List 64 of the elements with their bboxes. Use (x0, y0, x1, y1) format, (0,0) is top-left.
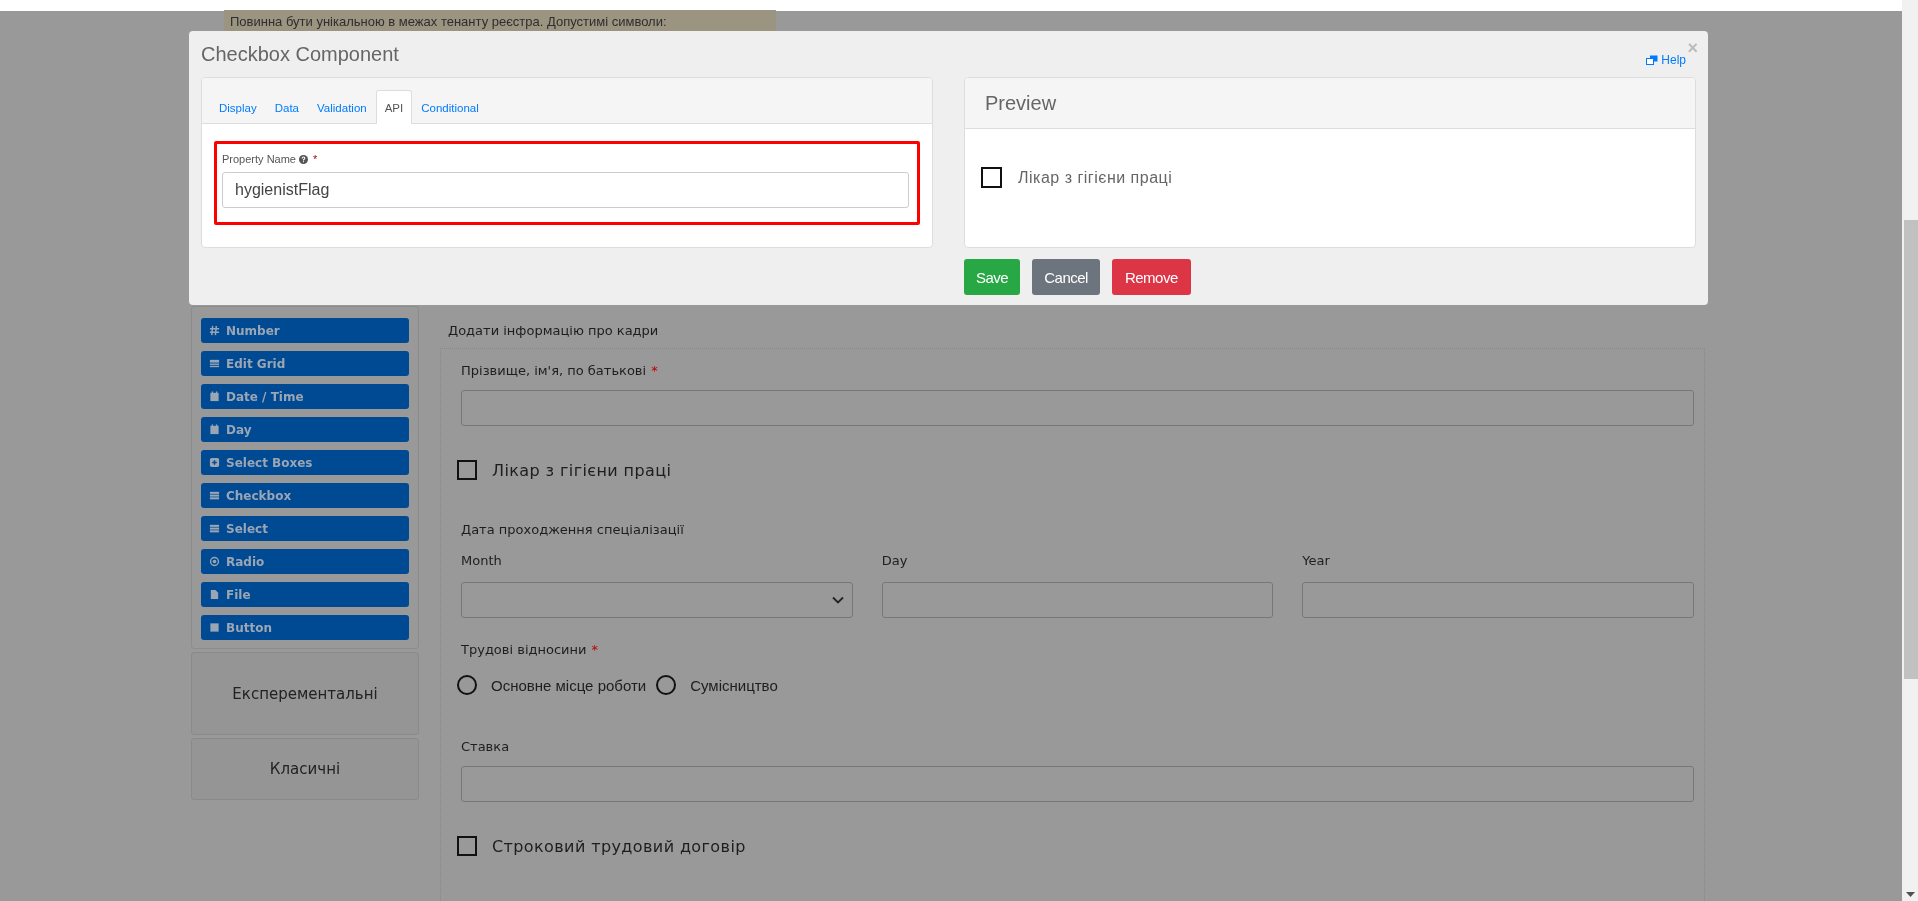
checkbox[interactable] (457, 460, 477, 480)
field-label: Прізвище, ім'я, по батькові * (461, 363, 658, 378)
help-link[interactable]: Help (1646, 53, 1686, 67)
save-button[interactable]: Save (964, 259, 1021, 295)
component-button[interactable]: Checkbox (201, 483, 409, 508)
calendar-icon (209, 391, 220, 402)
external-link-icon (1646, 55, 1659, 65)
file-icon (209, 589, 220, 600)
component-button[interactable]: Select (201, 516, 409, 541)
radio-icon (209, 556, 220, 567)
field-label: Дата проходження спеціалізації (461, 522, 684, 537)
checkbox-label: Лікар з гігієни праці (492, 460, 672, 480)
component-button[interactable]: File (201, 582, 409, 607)
list-icon (209, 523, 220, 534)
help-icon (299, 154, 308, 164)
component-button[interactable]: Number (201, 318, 409, 343)
tab[interactable]: Display (210, 91, 266, 124)
remove-button[interactable]: Remove (1111, 259, 1191, 295)
text-field[interactable] (461, 390, 1694, 426)
calendar-icon (209, 424, 220, 435)
group-header[interactable]: Класичні (191, 738, 419, 800)
plus-square-icon (209, 457, 220, 468)
radio-label: Сумісництво (690, 676, 778, 694)
radio-label: Основне місце роботи (491, 676, 647, 694)
date-part-label: Day (881, 553, 908, 568)
chevron-down-icon (831, 596, 844, 604)
list-icon (209, 490, 220, 501)
scrollbar[interactable] (1902, 0, 1918, 901)
square-icon (209, 622, 220, 633)
field-label: Трудові відносини * (461, 642, 598, 657)
component-button[interactable]: Edit Grid (201, 351, 409, 376)
component-button[interactable]: Button (201, 615, 409, 640)
radio-button[interactable] (457, 675, 477, 695)
tab[interactable]: Validation (308, 91, 376, 124)
text-field[interactable] (1302, 582, 1694, 618)
text-field[interactable] (461, 766, 1694, 802)
required-mark: * (313, 153, 318, 165)
component-button[interactable]: Select Boxes (201, 450, 409, 475)
text-field[interactable] (881, 582, 1274, 618)
checkbox-label: Лікар з гігієни праці (1018, 168, 1173, 187)
tab[interactable]: Data (265, 91, 308, 124)
checkbox[interactable] (457, 836, 477, 856)
checkbox[interactable] (981, 167, 1002, 188)
month-select[interactable] (461, 582, 853, 618)
grid-icon (209, 358, 220, 369)
component-button[interactable]: Day (201, 417, 409, 442)
cancel-button[interactable]: Cancel (1032, 259, 1100, 295)
hash-icon (209, 325, 220, 336)
tab[interactable]: Conditional (412, 91, 488, 124)
form-title: Додати інформацію про кадри (447, 323, 659, 340)
group-header[interactable]: Експерементальні (191, 652, 419, 735)
preview-title: Preview (985, 91, 1057, 115)
date-part-label: Month (461, 553, 502, 568)
checkbox-label: Строковий трудовий договір (492, 836, 746, 856)
property-name-field[interactable]: hygienistFlag (222, 172, 909, 208)
component-button[interactable]: Date / Time (201, 384, 409, 409)
tab[interactable]: API (375, 90, 413, 124)
field-label: Property Name (222, 153, 296, 165)
component-button[interactable]: Radio (201, 549, 409, 574)
scroll-down-icon[interactable] (1906, 892, 1915, 897)
field-label: Ставка (461, 739, 510, 754)
date-part-label: Year (1302, 553, 1330, 568)
scroll-thumb[interactable] (1904, 220, 1918, 679)
radio-button[interactable] (656, 675, 677, 695)
